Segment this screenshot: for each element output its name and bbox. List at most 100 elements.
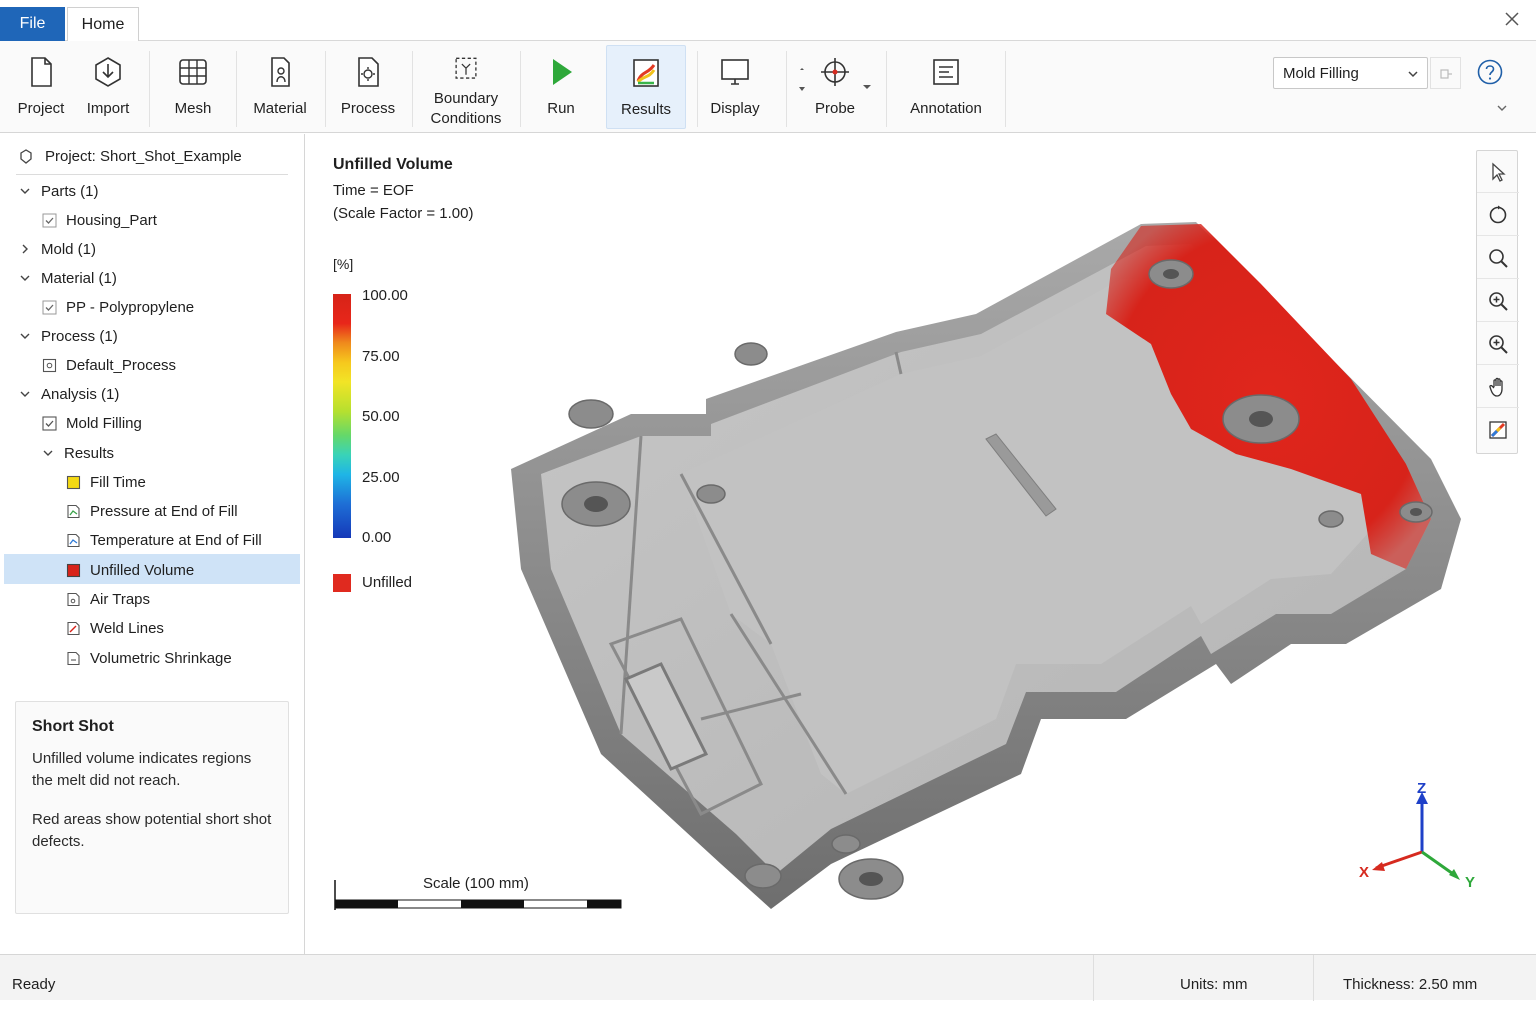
tree-label: Unfilled Volume (90, 561, 195, 579)
zoom-tool-button[interactable] (1477, 237, 1519, 279)
mesh-button[interactable]: Mesh (162, 45, 224, 129)
probe-dropdown-icon[interactable] (862, 83, 872, 91)
material-label: Material (253, 100, 307, 117)
result-plot-icon (67, 651, 80, 665)
tree-item-pp[interactable]: PP - Polypropylene (42, 295, 194, 319)
tree-label: Temperature at End of Fill (90, 531, 262, 549)
tree-item-analysis[interactable]: Analysis (1) (19, 382, 119, 406)
run-button[interactable]: Run (530, 45, 592, 129)
import-button[interactable]: Import (78, 45, 138, 129)
result-plot-icon (67, 592, 80, 606)
tree-item-air-traps[interactable]: Air Traps (66, 587, 150, 611)
part-model-render[interactable] (501, 174, 1471, 934)
annotation-icon (933, 59, 959, 85)
legend-colorbar (333, 294, 351, 538)
probe-prev-arrow-icon[interactable] (797, 67, 807, 95)
ribbon-tab-bar: File Home (0, 0, 1536, 42)
analysis-options-button[interactable] (1430, 57, 1461, 89)
display-icon (721, 59, 749, 85)
tab-home[interactable]: Home (67, 7, 139, 42)
checkbox-checked-icon[interactable] (42, 415, 57, 431)
results-button[interactable]: Results (606, 45, 686, 129)
project-tree-panel: Project: Short_Shot_Example Parts (1) Ho… (0, 134, 305, 954)
result-display-tool-button[interactable] (1477, 409, 1519, 451)
unfilled-volume-icon (66, 563, 81, 577)
status-bar: Ready Units: mm Thickness: 2.50 mm (0, 954, 1536, 1001)
tree-label: PP - Polypropylene (66, 298, 195, 316)
import-icon (95, 57, 121, 87)
status-ready: Ready (12, 976, 56, 993)
tab-file[interactable]: File (0, 7, 65, 41)
tree-item-process[interactable]: Process (1) (19, 324, 118, 348)
tree-label: Volumetric Shrinkage (90, 649, 232, 667)
legend-tick: 0.00 (362, 529, 392, 546)
ribbon-collapse-icon[interactable] (1496, 103, 1508, 113)
legend-tick: 25.00 (362, 469, 400, 486)
tree-label: Parts (1) (41, 182, 99, 200)
tree-item-results[interactable]: Results (42, 441, 114, 465)
chevron-right-icon[interactable] (19, 243, 31, 255)
tree-label: Results (64, 444, 115, 462)
process-button[interactable]: Process (333, 45, 403, 129)
mesh-icon (179, 59, 207, 85)
zoom-fit-icon (1489, 334, 1508, 354)
pan-tool-button[interactable] (1477, 366, 1519, 408)
tree-item-volumetric-shrinkage[interactable]: Volumetric Shrinkage (66, 646, 232, 670)
status-thickness: Thickness: 2.50 mm (1343, 976, 1478, 993)
ribbon-separator (1005, 51, 1006, 127)
tree-item-parts[interactable]: Parts (1) (19, 179, 99, 203)
tree-item-mold-filling[interactable]: Mold Filling (42, 411, 142, 435)
checkbox-checked-icon[interactable] (42, 213, 57, 228)
tree-label: Weld Lines (90, 619, 164, 637)
tree-label: Process (1) (41, 327, 118, 345)
axis-label-y: Y (1465, 874, 1476, 891)
analysis-type-select[interactable]: Mold Filling (1273, 57, 1428, 89)
run-label: Run (547, 100, 575, 117)
tree-item-unfilled-volume[interactable]: Unfilled Volume (66, 558, 194, 582)
ribbon-separator (236, 51, 237, 127)
help-icon[interactable] (1477, 59, 1503, 85)
chevron-down-icon[interactable] (19, 272, 31, 284)
select-tool-button[interactable] (1477, 151, 1519, 193)
tree-item-default-process[interactable]: Default_Process (42, 353, 176, 377)
probe-icon (821, 58, 849, 86)
result-time: Time = EOF (333, 182, 414, 199)
annotation-button[interactable]: Annotation (898, 45, 994, 129)
tree-item-temperature[interactable]: Temperature at End of Fill (66, 528, 262, 552)
boundary-conditions-button[interactable]: Boundary Conditions (420, 45, 512, 129)
tree-label: Default_Process (66, 356, 177, 374)
chevron-down-icon[interactable] (19, 388, 31, 400)
chevron-down-icon[interactable] (19, 330, 31, 342)
material-button[interactable]: Material (246, 45, 314, 129)
run-icon (553, 59, 572, 85)
zoom-in-icon (1489, 291, 1508, 311)
tree-item-pressure[interactable]: Pressure at End of Fill (66, 499, 238, 523)
ribbon-separator (149, 51, 150, 127)
project-root[interactable]: Project: Short_Shot_Example (18, 146, 242, 166)
project-button[interactable]: Project (8, 45, 74, 129)
zoom-fit-tool-button[interactable] (1477, 323, 1519, 365)
tree-item-housing-part[interactable]: Housing_Part (42, 208, 157, 232)
display-button[interactable]: Display (702, 45, 768, 129)
ribbon-separator (412, 51, 413, 127)
legend-unit: [%] (333, 256, 354, 272)
tree-label: Mold Filling (66, 414, 142, 432)
zoom-in-tool-button[interactable] (1477, 280, 1519, 322)
status-units: Units: mm (1180, 976, 1248, 993)
chevron-down-icon[interactable] (42, 447, 54, 459)
info-text-1: Unfilled volume indicates regions the me… (32, 750, 252, 789)
3d-viewport[interactable]: Unfilled Volume Time = EOF (Scale Factor… (306, 134, 1536, 954)
tree-label: Mold (1) (41, 240, 97, 258)
tree-item-mold[interactable]: Mold (1) (19, 237, 96, 261)
tree-item-fill-time[interactable]: Fill Time (66, 470, 146, 494)
chevron-down-icon[interactable] (19, 185, 31, 197)
rotate-tool-button[interactable] (1477, 194, 1519, 236)
tree-item-material[interactable]: Material (1) (19, 266, 117, 290)
tree-label: Pressure at End of Fill (90, 502, 238, 520)
close-icon[interactable] (1504, 11, 1520, 27)
magnifier-icon (1489, 248, 1508, 268)
tree-item-weld-lines[interactable]: Weld Lines (66, 616, 164, 640)
checkbox-checked-icon[interactable] (42, 300, 57, 315)
tree-label: Fill Time (90, 473, 146, 491)
result-plot-icon (67, 621, 80, 635)
